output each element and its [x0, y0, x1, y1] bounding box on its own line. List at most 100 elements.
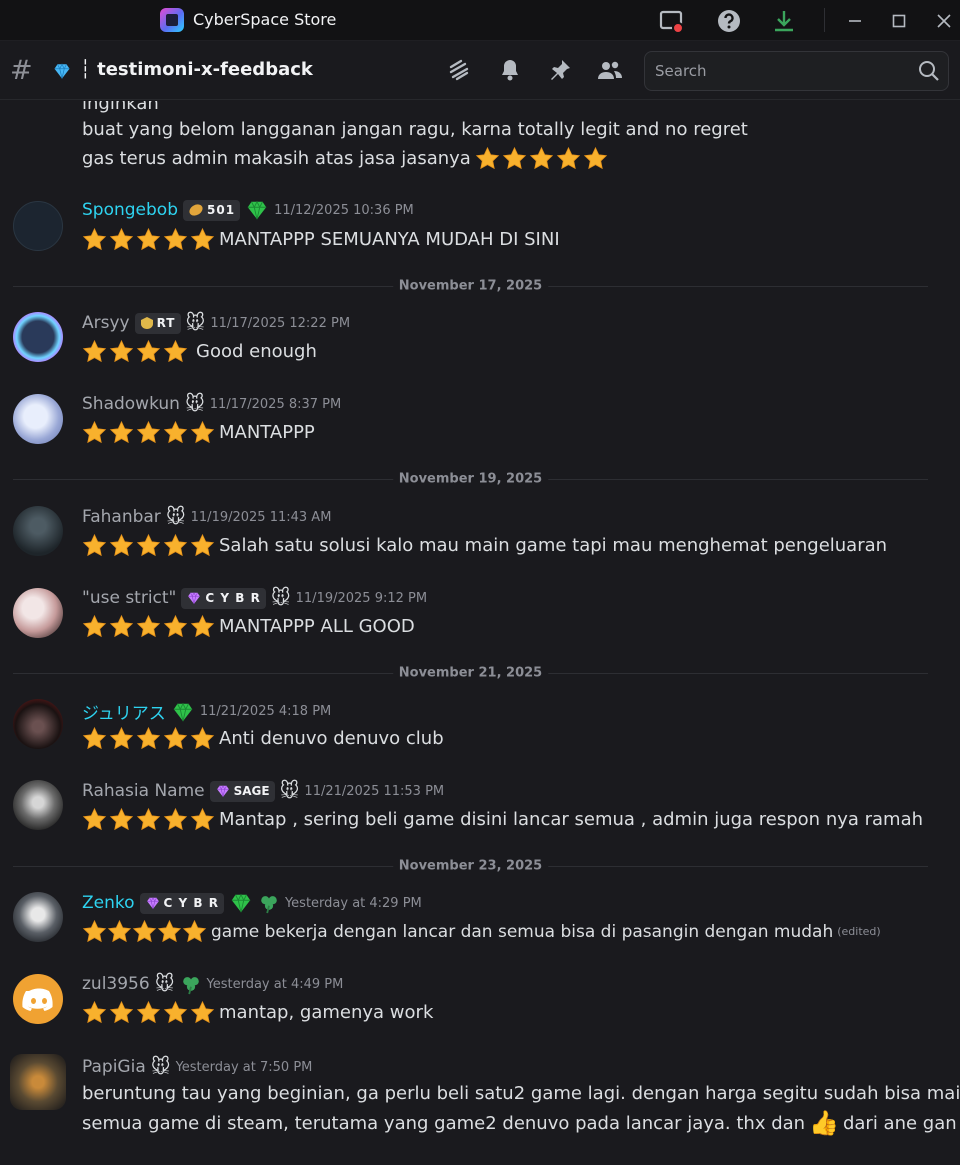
star-rating	[475, 146, 608, 171]
star-icon	[163, 339, 188, 364]
timestamp: 11/17/2025 8:37 PM	[209, 396, 342, 412]
star-icon	[163, 533, 188, 558]
star-icon	[190, 420, 215, 445]
screen-record-icon[interactable]	[656, 6, 686, 36]
avatar[interactable]	[10, 1054, 66, 1110]
username[interactable]: Zenko	[82, 893, 135, 913]
server-tag[interactable]: C Y B R	[181, 587, 266, 609]
star-icon	[163, 807, 188, 832]
timestamp: 11/19/2025 11:43 AM	[190, 509, 332, 525]
star-icon	[109, 614, 134, 639]
search-box[interactable]	[644, 51, 949, 91]
thumbs-up-emoji-icon: 👍	[809, 1109, 839, 1137]
title-bar: CyberSpace Store	[0, 0, 960, 41]
message-header: "use strict" C Y B R 🐭 11/19/2025 9:12 P…	[82, 587, 427, 609]
username[interactable]: PapiGia	[82, 1057, 146, 1077]
message-text-content: Good enough	[196, 341, 317, 362]
star-icon	[109, 1000, 134, 1025]
download-icon[interactable]	[769, 6, 799, 36]
star-icon	[190, 1000, 215, 1025]
star-icon	[109, 726, 134, 751]
star-icon	[163, 1000, 188, 1025]
star-icon	[190, 533, 215, 558]
pin-icon[interactable]	[545, 55, 575, 85]
server-tag[interactable]: SAGE	[209, 780, 275, 802]
timestamp: Yesterday at 4:49 PM	[206, 976, 344, 992]
message-header: Fahanbar 🐭 11/19/2025 11:43 AM	[82, 506, 331, 528]
username[interactable]: Rahasia Name	[82, 781, 205, 801]
maximize-icon[interactable]	[884, 6, 914, 36]
star-rating	[82, 807, 215, 832]
star-icon	[132, 919, 157, 944]
mouse-emoji-icon: 🐭	[154, 973, 175, 995]
avatar[interactable]	[13, 394, 63, 444]
message-text-content: gas terus admin makasih atas jasa jasany…	[82, 148, 471, 169]
date-divider-label: November 23, 2025	[392, 858, 549, 874]
app-title: CyberSpace Store	[193, 10, 337, 29]
username[interactable]: Fahanbar	[82, 507, 161, 527]
star-rating	[82, 533, 215, 558]
app-logo-icon	[160, 8, 184, 32]
avatar[interactable]	[13, 201, 63, 251]
username[interactable]: Shadowkun	[82, 394, 180, 414]
message-text-content: Anti denuvo denuvo club	[219, 728, 444, 749]
username[interactable]: "use strict"	[82, 588, 176, 608]
avatar[interactable]	[13, 974, 63, 1024]
help-icon[interactable]	[714, 6, 744, 36]
username[interactable]: zul3956	[82, 974, 150, 994]
avatar[interactable]	[13, 588, 63, 638]
username[interactable]: Spongebob	[82, 200, 178, 220]
member-list-icon[interactable]	[595, 55, 625, 85]
avatar[interactable]	[13, 892, 63, 942]
star-icon	[190, 614, 215, 639]
server-tag[interactable]: C Y B R	[139, 892, 224, 914]
star-icon	[82, 726, 107, 751]
message-text: gas terus admin makasih atas jasa jasany…	[82, 146, 612, 171]
mouse-emoji-icon: 🐭	[270, 587, 291, 609]
minimize-icon[interactable]	[840, 6, 870, 36]
username[interactable]: ジュリアス	[82, 699, 166, 724]
message-text: beruntung tau yang beginian, ga perlu be…	[82, 1083, 960, 1104]
avatar[interactable]	[13, 699, 63, 749]
channel-header: # ┆ testimoni-x-feedback	[0, 41, 960, 100]
message-list: inginkan buat yang belom langganan janga…	[0, 101, 960, 1165]
message-text: Mantap , sering beli game disini lancar …	[82, 807, 923, 832]
avatar[interactable]	[13, 506, 63, 556]
timestamp: 11/17/2025 12:22 PM	[210, 315, 351, 331]
search-icon[interactable]	[918, 60, 940, 82]
star-rating	[82, 420, 215, 445]
username[interactable]: Arsyy	[82, 313, 130, 333]
date-divider-label: November 21, 2025	[392, 665, 549, 681]
threads-icon[interactable]	[444, 55, 474, 85]
avatar[interactable]	[13, 312, 63, 362]
star-icon	[502, 146, 527, 171]
star-icon	[109, 339, 134, 364]
date-divider: November 21, 2025	[13, 665, 928, 681]
star-icon	[529, 146, 554, 171]
star-icon	[190, 807, 215, 832]
star-icon	[136, 1000, 161, 1025]
star-icon	[82, 533, 107, 558]
message-text: Good enough	[82, 339, 317, 364]
edited-label: (edited)	[837, 925, 881, 938]
search-input[interactable]	[655, 60, 905, 82]
badge-icon	[140, 317, 153, 329]
message-header: Shadowkun 🐭 11/17/2025 8:37 PM	[82, 393, 341, 415]
timestamp: Yesterday at 4:29 PM	[284, 895, 422, 911]
date-divider: November 17, 2025	[13, 278, 928, 294]
gem-icon	[171, 701, 195, 723]
close-icon[interactable]	[929, 6, 959, 36]
message-header: Arsyy RT 🐭 11/17/2025 12:22 PM	[82, 312, 350, 334]
star-icon	[190, 227, 215, 252]
message-text-content: semua game di steam, terutama yang game2…	[82, 1112, 806, 1134]
server-tag[interactable]: 501	[183, 199, 241, 221]
avatar[interactable]	[13, 780, 63, 830]
purple-gem-icon	[186, 591, 202, 605]
purple-gem-icon	[145, 896, 161, 910]
star-icon	[190, 726, 215, 751]
notification-bell-icon[interactable]	[495, 55, 525, 85]
server-tag[interactable]: RT	[134, 312, 181, 334]
message-text-content: Mantap , sering beli game disini lancar …	[219, 809, 924, 830]
mouse-emoji-icon: 🐭	[279, 780, 300, 802]
tag-label: RT	[156, 316, 176, 330]
